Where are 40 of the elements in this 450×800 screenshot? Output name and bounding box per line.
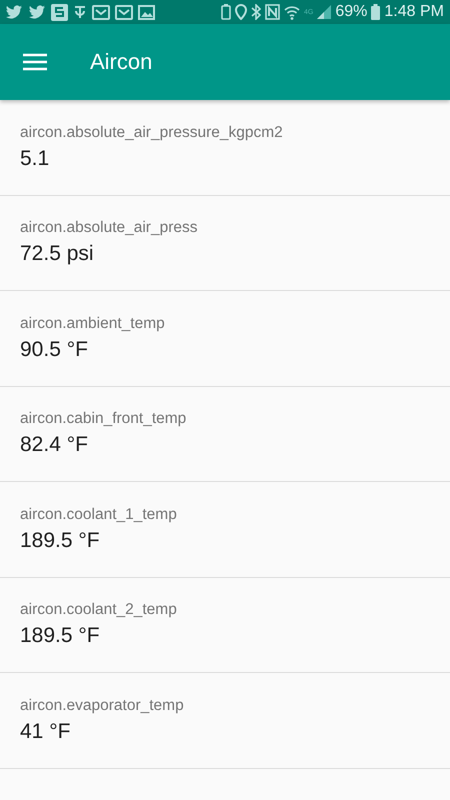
sensor-name: aircon.coolant_2_temp <box>20 601 177 620</box>
sensor-value: 41 °F <box>20 720 70 744</box>
list-item[interactable]: aircon.absolute_air_pressure_kgpcm2 5.1 <box>0 100 450 196</box>
wifi-icon <box>284 4 300 20</box>
list-item[interactable]: aircon.absolute_air_press 72.5 psi <box>0 196 450 291</box>
sensor-name: aircon.ambient_temp <box>20 314 165 333</box>
bird-icon <box>5 4 23 20</box>
sensor-name: aircon.absolute_air_press <box>20 219 198 238</box>
mail-icon <box>115 4 133 20</box>
battery-icon <box>371 4 380 20</box>
sensor-value: 72.5 psi <box>20 242 94 266</box>
sensor-value: 90.5 °F <box>20 338 88 362</box>
signal-icon <box>317 5 332 19</box>
mail-icon <box>92 4 110 20</box>
bluetooth-icon <box>251 4 262 20</box>
menu-button[interactable] <box>23 53 47 71</box>
app-icon <box>51 4 68 20</box>
sensor-value: 5.1 <box>20 146 50 171</box>
list-item[interactable]: aircon.cabin_front_temp 82.4 °F <box>0 386 450 482</box>
menu-icon <box>23 53 47 71</box>
sensor-value: 82.4 °F <box>20 433 88 458</box>
clock: 1:48 PM <box>384 3 444 21</box>
app-title: Aircon <box>90 49 152 75</box>
sensor-name: aircon.absolute_air_pressure_kgpcm2 <box>20 124 283 142</box>
battery-percent: 69% <box>335 3 368 21</box>
list-item[interactable]: aircon.coolant_1_temp 189.5 °F <box>0 482 450 578</box>
list-item[interactable]: aircon.evaporator_temp 41 °F <box>0 673 450 768</box>
list-item[interactable]: aircon.coolant_2_temp 189.5 °F <box>0 578 450 673</box>
sensor-value: 189.5 °F <box>20 624 100 648</box>
sensor-name: aircon.coolant_1_temp <box>20 506 177 524</box>
location-icon <box>235 4 248 20</box>
sensor-value: 189.5 °F <box>20 528 100 553</box>
list-item[interactable]: aircon.ambient_temp 90.5 °F <box>0 291 450 386</box>
sensor-name: aircon.cabin_front_temp <box>20 410 186 428</box>
nfc-icon <box>265 4 280 20</box>
image-icon <box>138 4 155 20</box>
emblem-icon <box>73 4 87 20</box>
bird-icon <box>28 4 46 20</box>
battery-saver-icon <box>221 4 232 20</box>
sensor-name: aircon.evaporator_temp <box>20 696 184 715</box>
